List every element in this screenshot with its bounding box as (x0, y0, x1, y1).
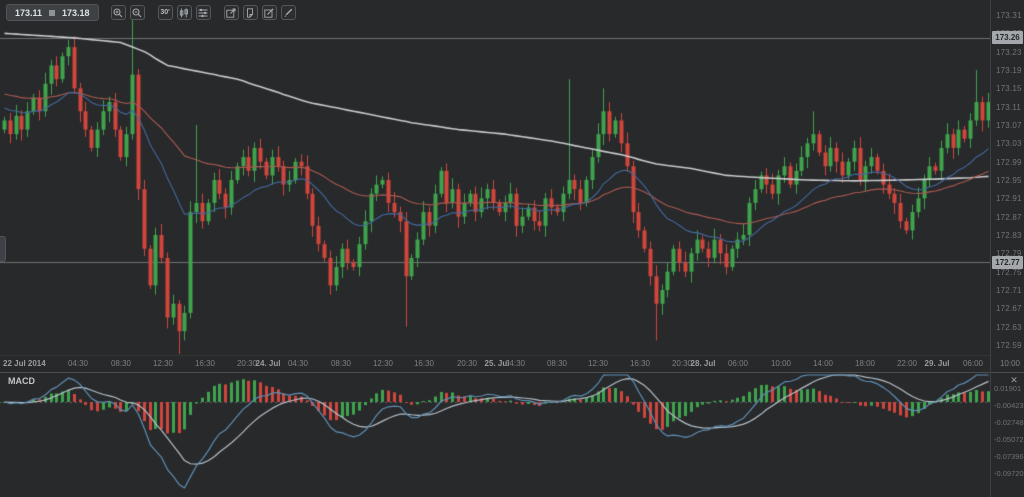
price-badge-low: 172.77 (992, 256, 1023, 269)
price-tick: 172.59 (996, 341, 1024, 350)
trading-chart-app: 173.31173.27173.23173.19173.15173.11173.… (0, 0, 1024, 497)
price-tick: 172.83 (996, 231, 1024, 240)
indicators-button[interactable] (196, 5, 211, 20)
buy-price[interactable]: 173.18 (62, 8, 90, 18)
price-tick: 173.23 (996, 48, 1024, 57)
note-page-icon (245, 8, 255, 18)
price-axis-border (990, 0, 991, 497)
time-label: 18:00 (855, 359, 875, 368)
time-label: 20:30 (672, 359, 692, 368)
time-label: 12:30 (588, 359, 608, 368)
time-label: 20:30 (237, 359, 257, 368)
candlestick-icon (179, 8, 189, 18)
sell-price[interactable]: 173.11 (15, 8, 42, 18)
macd-tick: -0.05072 (994, 435, 1024, 444)
sliders-icon (198, 8, 208, 18)
time-label: 16:30 (630, 359, 650, 368)
zoom-out-icon (132, 8, 142, 18)
zoom-out-button[interactable] (130, 5, 145, 20)
macd-label: MACD (8, 376, 35, 386)
time-label: 12:30 (373, 359, 393, 368)
sidebar-collapse-handle[interactable] (0, 236, 6, 262)
zoom-in-icon (113, 8, 123, 18)
price-tick: 173.03 (996, 139, 1024, 148)
price-tick: 173.07 (996, 121, 1024, 130)
time-label: 04:30 (288, 359, 308, 368)
pane-divider[interactable] (0, 372, 1024, 373)
edit-pencil-square-icon (264, 8, 274, 18)
price-tick: 172.91 (996, 194, 1024, 203)
time-label: 16:30 (195, 359, 215, 368)
macd-tick: -0.09720 (994, 469, 1024, 478)
price-tick: 172.87 (996, 213, 1024, 222)
edit-button[interactable] (262, 5, 277, 20)
macd-tick: -0.02748 (994, 418, 1024, 427)
time-label: 14:00 (813, 359, 833, 368)
price-tick: 172.95 (996, 176, 1024, 185)
quote-panel[interactable]: 173.11 173.18 (6, 4, 99, 21)
time-label: 22 Jul 2014 (3, 359, 46, 368)
export-arrow-icon (226, 8, 236, 18)
macd-tick: -0.00423 (994, 401, 1024, 410)
chart-type-button[interactable] (177, 5, 192, 20)
zoom-in-button[interactable] (111, 5, 126, 20)
price-tick: 173.11 (996, 103, 1024, 112)
time-label: 10:00 (1000, 359, 1020, 368)
time-label: 10:00 (771, 359, 791, 368)
time-label: 06:00 (963, 359, 983, 368)
time-label: 22:00 (897, 359, 917, 368)
timeframe-button[interactable]: 30' (158, 5, 173, 20)
price-tick: 172.75 (996, 268, 1024, 277)
brush-icon (283, 8, 293, 18)
screenshot-button[interactable] (224, 5, 239, 20)
time-label: 08:30 (547, 359, 567, 368)
notes-button[interactable] (243, 5, 258, 20)
time-label: 16:30 (414, 359, 434, 368)
timeframe-label: 30' (160, 9, 169, 16)
time-label: 08:30 (111, 359, 131, 368)
time-label: 04:30 (505, 359, 525, 368)
price-tick: 172.71 (996, 286, 1024, 295)
macd-indicator-canvas[interactable] (0, 373, 990, 497)
time-label: 06:00 (728, 359, 748, 368)
price-chart-canvas[interactable] (0, 0, 990, 356)
spread-square-icon (49, 10, 55, 16)
price-tick: 172.99 (996, 158, 1024, 167)
time-label: 24. Jul (256, 359, 281, 368)
time-label: 08:30 (331, 359, 351, 368)
macd-close-icon[interactable]: ✕ (1008, 374, 1020, 386)
draw-button[interactable] (281, 5, 296, 20)
time-label: 29. Jul (925, 359, 950, 368)
price-tick: 172.63 (996, 323, 1024, 332)
price-tick: 173.15 (996, 84, 1024, 93)
price-tick: 173.19 (996, 66, 1024, 75)
time-label: 28. Jul (691, 359, 716, 368)
time-label: 20:30 (457, 359, 477, 368)
macd-tick: -0.07396 (994, 452, 1024, 461)
chart-toolbar: 173.11 173.18 30' (6, 4, 296, 21)
time-axis-divider (0, 355, 990, 356)
time-label: 12:30 (153, 359, 173, 368)
price-tick: 173.31 (996, 11, 1024, 20)
price-badge-high: 173.26 (992, 31, 1023, 44)
price-tick: 172.67 (996, 304, 1024, 313)
time-label: 04:30 (68, 359, 88, 368)
